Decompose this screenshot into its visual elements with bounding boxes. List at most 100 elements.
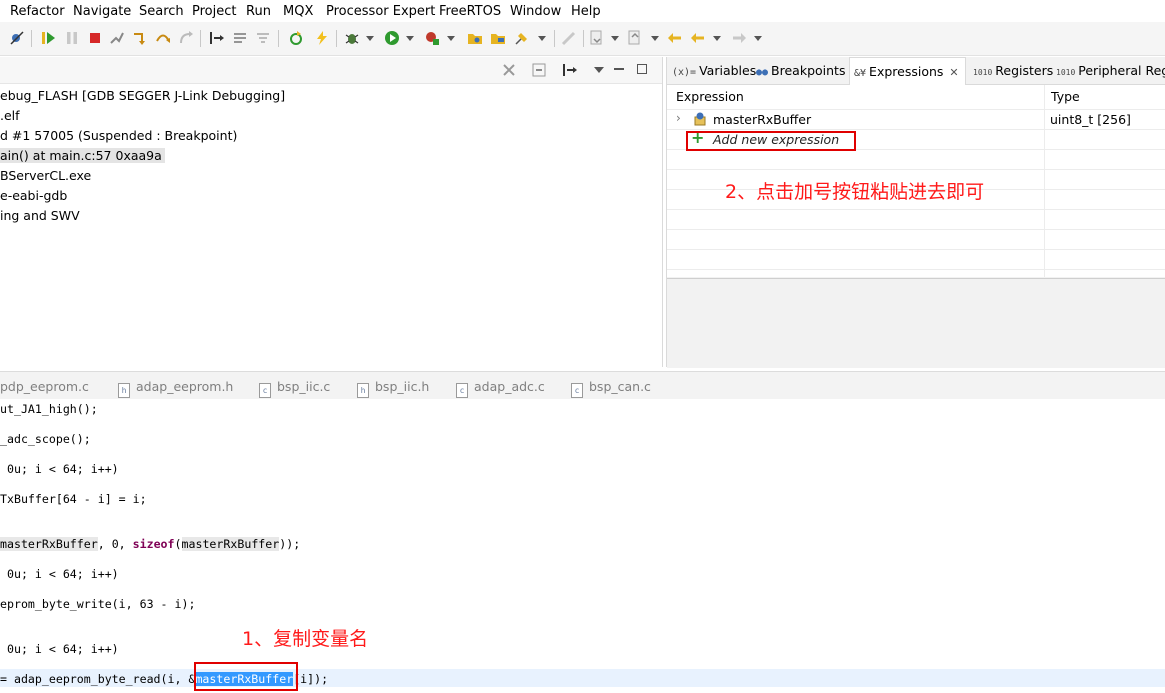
empty-row (667, 209, 1165, 230)
editor-tab[interactable]: h bsp_iic.h (357, 379, 429, 398)
tab-registers[interactable]: 1010 Registers (971, 57, 1055, 84)
external-tools-icon[interactable] (424, 30, 440, 46)
back-icon[interactable] (690, 30, 706, 46)
debug-launch-label: ebug_FLASH [GDB SEGGER J-Link Debugging] (0, 88, 286, 103)
open-type-icon[interactable] (467, 30, 483, 46)
expand-chevron-icon[interactable]: › (676, 111, 681, 125)
code-line: 0u; i < 64; i++) (0, 462, 119, 476)
debug-elf-item[interactable]: .elf (0, 106, 20, 125)
editor-tab[interactable]: c bsp_iic.c (259, 379, 330, 398)
prev-annotation-dropdown-icon[interactable] (651, 36, 659, 41)
debug-swv-item[interactable]: ing and SWV (0, 206, 80, 225)
restart-icon[interactable] (288, 30, 304, 46)
annotation-box-variable (194, 662, 298, 691)
next-annotation-dropdown-icon[interactable] (611, 36, 619, 41)
remove-terminated-icon[interactable] (501, 62, 517, 78)
occurrence-highlight: masterRxBuffer (181, 537, 280, 551)
terminate-icon[interactable] (87, 30, 103, 46)
debug-gdb-server-label: BServerCL.exe (0, 168, 92, 183)
tab-registers-label: Registers (995, 63, 1054, 78)
menu-navigate[interactable]: Navigate (73, 4, 131, 19)
forward-icon[interactable] (731, 30, 747, 46)
editor-tab-label: adap_eeprom.h (136, 379, 234, 394)
external-tools-dropdown-icon[interactable] (447, 36, 455, 41)
step-return-icon[interactable] (178, 30, 194, 46)
back-dropdown-icon[interactable] (713, 36, 721, 41)
tab-breakpoints[interactable]: ●● Breakpoints (754, 57, 847, 84)
debug-gdb-server-item[interactable]: BServerCL.exe (0, 166, 91, 185)
maximize-icon[interactable] (637, 64, 647, 74)
debug-stack-frame-item[interactable]: ain() at main.c:57 0xaa9a (0, 146, 165, 165)
run-dropdown-icon[interactable] (406, 36, 414, 41)
main-toolbar (0, 22, 1165, 56)
tab-expressions[interactable]: &¥ Expressions ✕ (849, 57, 966, 85)
column-divider (1044, 85, 1045, 277)
expressions-icon: &¥ (854, 68, 867, 79)
menu-run[interactable]: Run (246, 4, 271, 19)
menu-project[interactable]: Project (192, 4, 236, 19)
code-text: [i]); (293, 672, 329, 686)
skip-breakpoints-icon[interactable] (9, 30, 25, 46)
editor-tab[interactable]: h adap_eeprom.h (118, 379, 233, 398)
editor-tab-label: bsp_iic.c (277, 379, 331, 394)
debug-launch-item[interactable]: ebug_FLASH [GDB SEGGER J-Link Debugging] (0, 86, 285, 105)
menu-freertos[interactable]: FreeRTOS (439, 4, 501, 19)
pin-icon[interactable] (514, 30, 530, 46)
editor-tab[interactable]: c adap_adc.c (456, 379, 545, 398)
use-step-filters-icon[interactable] (255, 30, 271, 46)
debug-swv-label: ing and SWV (0, 208, 80, 223)
disconnect-icon[interactable] (109, 30, 125, 46)
open-folder-icon[interactable] (490, 30, 506, 46)
pin-dropdown-icon[interactable] (538, 36, 546, 41)
c-file-icon: c (571, 383, 583, 398)
code-line: _adc_scope(); (0, 432, 91, 446)
debug-icon[interactable] (344, 30, 360, 46)
lightning-icon[interactable] (314, 30, 330, 46)
toolbar-separator (336, 30, 337, 47)
drop-to-frame-icon[interactable] (232, 30, 248, 46)
menu-window[interactable]: Window (510, 4, 561, 19)
menu-bar: Refactor Navigate Search Project Run MQX… (0, 0, 1165, 22)
step-into-icon[interactable] (132, 30, 148, 46)
prev-annotation-icon[interactable] (627, 30, 643, 46)
toolbar-separator (583, 30, 584, 47)
instruction-stepping-view-icon[interactable] (562, 62, 578, 78)
editor-tab[interactable]: pdp_eeprom.c (0, 379, 89, 394)
occurrence-highlight: masterRxBuffer (0, 537, 98, 551)
menu-search[interactable]: Search (139, 4, 184, 19)
debug-dropdown-icon[interactable] (366, 36, 374, 41)
suspend-icon[interactable] (64, 30, 80, 46)
menu-help[interactable]: Help (571, 4, 601, 19)
last-edit-icon[interactable] (667, 30, 683, 46)
table-row[interactable]: › masterRxBuffer uint8_t [256] (667, 109, 1165, 130)
resume-icon[interactable] (40, 30, 56, 46)
next-annotation-icon[interactable] (589, 30, 605, 46)
instruction-stepping-icon[interactable] (209, 30, 225, 46)
close-tab-icon[interactable]: ✕ (949, 66, 958, 79)
view-menu-icon[interactable] (594, 67, 604, 73)
pen-icon[interactable] (561, 30, 577, 46)
editor-tab-label: bsp_iic.h (375, 379, 430, 394)
debug-thread-item[interactable]: d #1 57005 (Suspended : Breakpoint) (0, 126, 237, 145)
toolbar-separator (200, 30, 201, 47)
minimize-icon[interactable] (614, 68, 624, 70)
editor-tab[interactable]: c bsp_can.c (571, 379, 651, 398)
c-file-icon: c (259, 383, 271, 398)
code-editor[interactable]: ut_JA1_high(); _adc_scope(); 0u; i < 64;… (0, 399, 1165, 693)
menu-mqx[interactable]: MQX (283, 4, 313, 19)
forward-dropdown-icon[interactable] (754, 36, 762, 41)
collapse-all-icon[interactable] (531, 62, 547, 78)
tab-variables-label: Variables (699, 63, 757, 78)
menu-refactor[interactable]: Refactor (10, 4, 65, 19)
step-over-icon[interactable] (155, 30, 171, 46)
debug-elf-label: .elf (0, 108, 20, 123)
code-line: eprom_byte_write(i, 63 - i); (0, 597, 196, 611)
debug-stack-frame-label: ain() at main.c:57 0xaa9a (0, 148, 165, 163)
run-icon[interactable] (384, 30, 400, 46)
tab-peripheral-registers[interactable]: 1010Peripheral Regis (1054, 57, 1165, 84)
menu-processor-expert[interactable]: Processor Expert (326, 4, 435, 19)
toolbar-separator (31, 30, 32, 47)
expression-detail-pane[interactable] (667, 278, 1165, 368)
debug-gdb-item[interactable]: e-eabi-gdb (0, 186, 67, 205)
tab-variables[interactable]: (x)= Variables (670, 57, 758, 84)
